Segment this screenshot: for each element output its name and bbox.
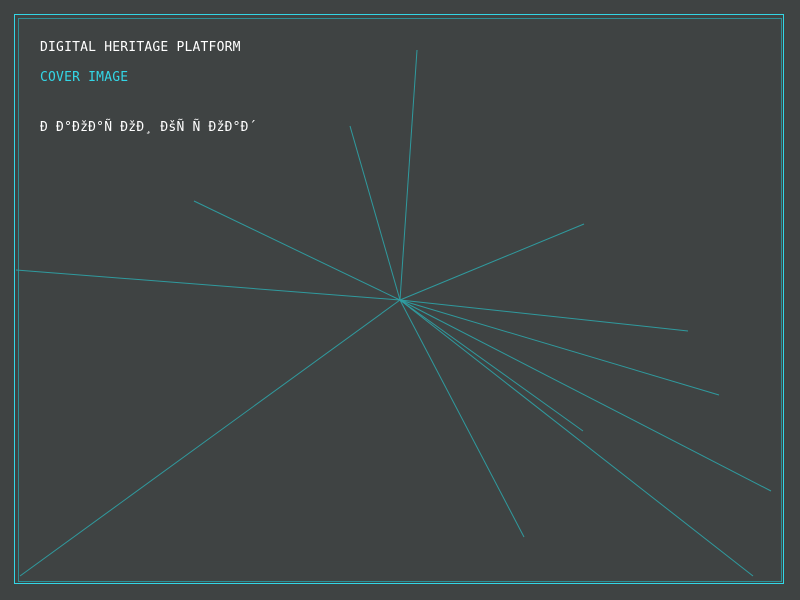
cover-canvas: DIGITAL HERITAGE PLATFORM COVER IMAGE Ð …	[0, 0, 800, 600]
ray-line	[399, 299, 720, 396]
ray-burst-graphic	[15, 49, 772, 577]
ray-line	[15, 269, 401, 301]
ray-line	[399, 299, 584, 432]
ray-line	[399, 299, 689, 332]
garbled-caption: Ð Ð°ÐžÐ°Ñ ÐžÐ¸ ÐšÑ Ñ ÐžÐ°Ð´	[40, 120, 257, 135]
ray-line	[399, 223, 585, 301]
platform-title: DIGITAL HERITAGE PLATFORM	[40, 40, 241, 55]
ray-line	[193, 200, 401, 301]
ray-line	[399, 299, 525, 538]
ray-line	[399, 49, 418, 301]
ray-line	[399, 299, 772, 492]
ray-line	[399, 299, 754, 577]
ray-line	[349, 125, 401, 301]
section-label: COVER IMAGE	[40, 70, 129, 85]
ray-line	[19, 299, 401, 577]
